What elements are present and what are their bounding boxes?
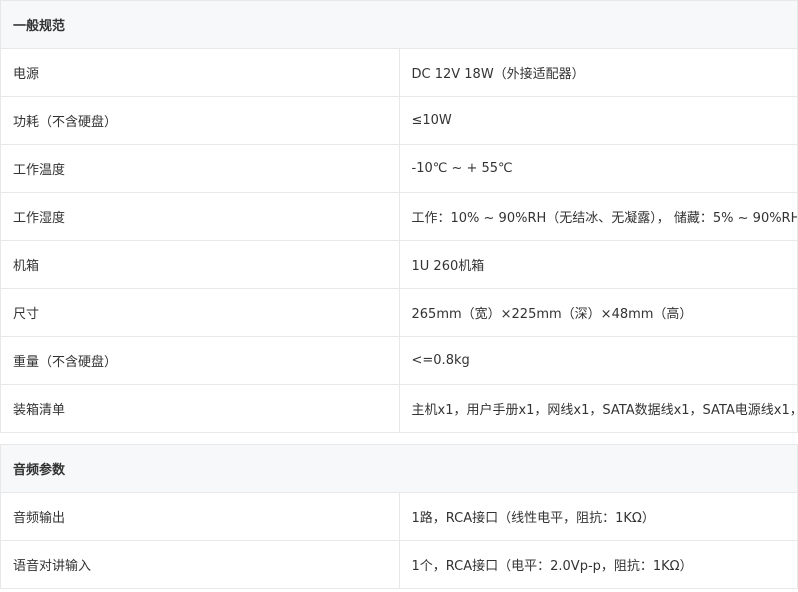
spec-label-consumption: 功耗（不含硬盘） xyxy=(0,96,400,145)
spec-label-weight: 重量（不含硬盘） xyxy=(0,336,400,385)
spec-value-power: DC 12V 18W（外接适配器） xyxy=(399,48,798,97)
general-spec-table: 一般规范 电源 DC 12V 18W（外接适配器） 功耗（不含硬盘） ≤10W … xyxy=(0,0,798,433)
audio-section-header: 音频参数 xyxy=(0,444,798,493)
spec-value-chassis: 1U 260机箱 xyxy=(399,240,798,289)
audio-spec-table: 音频参数 音频输出 1路，RCA接口（线性电平，阻抗：1KΩ） 语音对讲输入 1… xyxy=(0,444,798,589)
spec-value-dimensions: 265mm（宽）×225mm（深）×48mm（高） xyxy=(399,288,798,337)
spec-value-intercom-input: 1个，RCA接口（电平：2.0Vp-p，阻抗：1KΩ） xyxy=(399,540,798,589)
table-row: 语音对讲输入 1个，RCA接口（电平：2.0Vp-p，阻抗：1KΩ） xyxy=(0,540,798,589)
table-row: 机箱 1U 260机箱 xyxy=(0,240,798,289)
spec-value-humidity: 工作：10% ~ 90%RH（无结冰、无凝露）， 储藏：5% ~ 90%RH（无… xyxy=(399,192,798,241)
table-row: 重量（不含硬盘） <=0.8kg xyxy=(0,336,798,385)
spec-label-intercom-input: 语音对讲输入 xyxy=(0,540,400,589)
table-row: 工作湿度 工作：10% ~ 90%RH（无结冰、无凝露）， 储藏：5% ~ 90… xyxy=(0,192,798,241)
spec-value-consumption: ≤10W xyxy=(399,96,798,145)
spec-label-packing-list: 装箱清单 xyxy=(0,384,400,433)
spec-label-audio-output: 音频输出 xyxy=(0,492,400,541)
spec-value-packing-list: 主机x1，用户手册x1，网线x1，SATA数据线x1，SATA电源线x1，鼠标x… xyxy=(399,384,798,433)
table-row: 电源 DC 12V 18W（外接适配器） xyxy=(0,48,798,97)
spec-label-chassis: 机箱 xyxy=(0,240,400,289)
general-section-title: 一般规范 xyxy=(0,0,798,49)
spec-value-weight: <=0.8kg xyxy=(399,336,798,385)
general-section-header: 一般规范 xyxy=(0,0,798,49)
spec-value-temperature: -10℃ ~ + 55℃ xyxy=(399,144,798,193)
audio-section-title: 音频参数 xyxy=(0,444,798,493)
table-row: 功耗（不含硬盘） ≤10W xyxy=(0,96,798,145)
table-row: 装箱清单 主机x1，用户手册x1，网线x1，SATA数据线x1，SATA电源线x… xyxy=(0,384,798,433)
spec-label-dimensions: 尺寸 xyxy=(0,288,400,337)
spec-label-power: 电源 xyxy=(0,48,400,97)
spec-label-temperature: 工作温度 xyxy=(0,144,400,193)
spec-label-humidity: 工作湿度 xyxy=(0,192,400,241)
table-row: 工作温度 -10℃ ~ + 55℃ xyxy=(0,144,798,193)
spec-value-audio-output: 1路，RCA接口（线性电平，阻抗：1KΩ） xyxy=(399,492,798,541)
table-row: 尺寸 265mm（宽）×225mm（深）×48mm（高） xyxy=(0,288,798,337)
table-row: 音频输出 1路，RCA接口（线性电平，阻抗：1KΩ） xyxy=(0,492,798,541)
